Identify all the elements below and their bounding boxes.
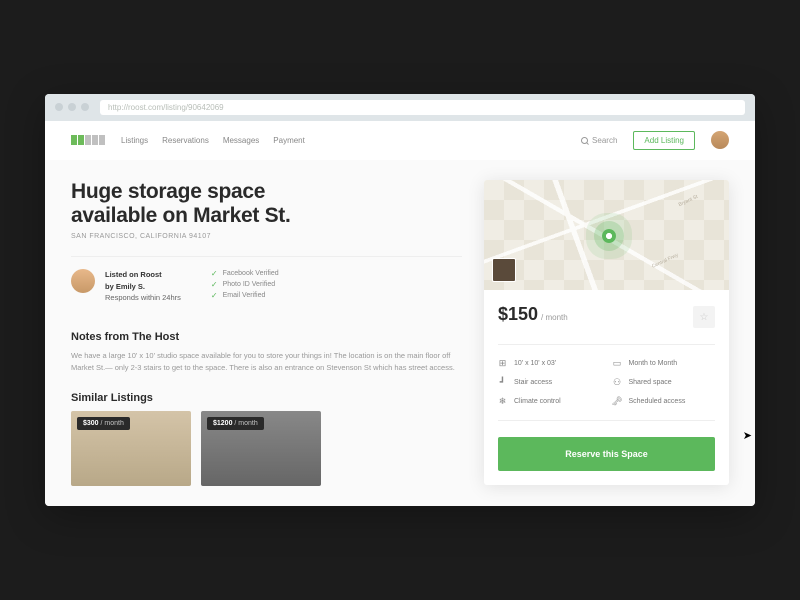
street-thumb[interactable]	[492, 258, 516, 282]
schedule-icon: 🗝	[613, 397, 622, 406]
window-dot[interactable]	[68, 103, 76, 111]
host-avatar[interactable]	[71, 269, 95, 293]
check-icon: ✓	[211, 291, 218, 300]
nav-messages[interactable]: Messages	[223, 136, 259, 145]
mouse-cursor-icon: ➤	[743, 429, 752, 442]
check-icon: ✓	[211, 269, 218, 278]
climate-icon: ❄	[498, 397, 507, 406]
add-listing-button[interactable]: Add Listing	[633, 131, 695, 150]
calendar-icon: ▭	[613, 359, 622, 368]
listing-location: SAN FRANCISCO, CALIFORNIA 94107	[71, 233, 462, 240]
browser-window: http://roost.com/listing/90642069 Listin…	[45, 94, 755, 506]
verification-list: ✓Facebook Verified ✓Photo ID Verified ✓E…	[211, 269, 279, 300]
host-info: Listed on Roost by Emily S. Responds wit…	[105, 269, 181, 303]
host-notes: We have a large 10' x 10' studio space a…	[71, 350, 462, 374]
app-body: Listings Reservations Messages Payment S…	[45, 121, 755, 506]
listing-card[interactable]: $300 / month	[71, 411, 191, 486]
listing-card[interactable]: $1200 / month	[201, 411, 321, 486]
url-bar[interactable]: http://roost.com/listing/90642069	[100, 100, 745, 115]
window-dot[interactable]	[81, 103, 89, 111]
search[interactable]: Search	[581, 136, 617, 145]
stairs-icon: ┛	[498, 378, 507, 387]
favorite-button[interactable]: ☆	[693, 306, 715, 328]
price-row: $150/ month ☆	[498, 304, 715, 329]
top-nav: Listings Reservations Messages Payment S…	[45, 121, 755, 160]
similar-section: Similar Listings $300 / month $1200 / mo…	[71, 392, 462, 486]
nav-payment[interactable]: Payment	[273, 136, 305, 145]
listing-main: Huge storage spaceavailable on Market St…	[71, 180, 462, 486]
browser-chrome: http://roost.com/listing/90642069	[45, 94, 755, 121]
check-icon: ✓	[211, 280, 218, 289]
window-dot[interactable]	[55, 103, 63, 111]
user-avatar[interactable]	[711, 131, 729, 149]
listing-title: Huge storage spaceavailable on Market St…	[71, 180, 462, 228]
search-icon	[581, 137, 588, 144]
price-badge: $1200 / month	[207, 417, 264, 430]
reserve-button[interactable]: Reserve this Space	[498, 437, 715, 471]
map-preview[interactable]: Bryant StCentral Frwy	[484, 180, 729, 290]
notes-heading: Notes from The Host	[71, 331, 462, 343]
brand-logo[interactable]	[71, 135, 105, 145]
similar-heading: Similar Listings	[71, 392, 462, 404]
price-badge: $300 / month	[77, 417, 130, 430]
shared-icon: ⚇	[613, 378, 622, 387]
host-section: Listed on Roost by Emily S. Responds wit…	[71, 256, 462, 315]
booking-panel: Bryant StCentral Frwy $150/ month ☆ ⊞10'…	[484, 180, 729, 486]
dimensions-icon: ⊞	[498, 359, 507, 368]
nav-links: Listings Reservations Messages Payment	[121, 136, 305, 145]
nav-reservations[interactable]: Reservations	[162, 136, 209, 145]
nav-listings[interactable]: Listings	[121, 136, 148, 145]
content: Huge storage spaceavailable on Market St…	[45, 160, 755, 506]
feature-grid: ⊞10' x 10' x 03' ▭Month to Month ┛Stair …	[498, 344, 715, 421]
